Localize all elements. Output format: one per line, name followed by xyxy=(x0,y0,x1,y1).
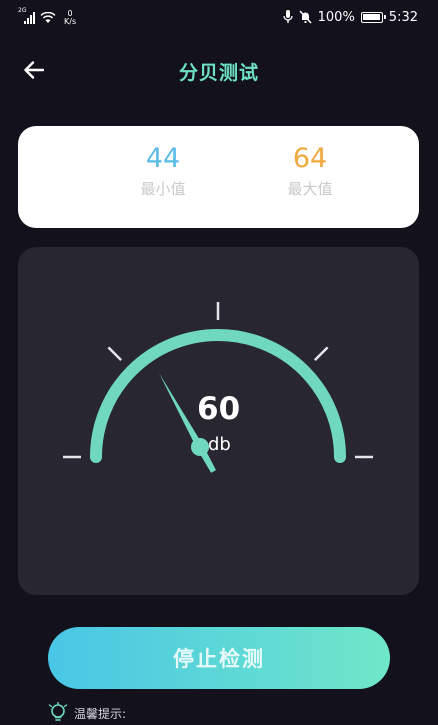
stats-card: 44 最小值 64 最大值 xyxy=(18,126,419,228)
current-decibel: 60 xyxy=(197,391,241,427)
clock: 5:32 xyxy=(388,9,418,25)
microphone-icon xyxy=(282,10,293,23)
decibel-unit: db xyxy=(208,434,231,455)
gauge-tick xyxy=(107,346,123,362)
gauge-tick xyxy=(313,346,329,362)
tip-label: 温馨提示: xyxy=(74,706,127,721)
network-type: 2G xyxy=(18,7,27,14)
status-right: 100% 5:32 xyxy=(282,8,418,26)
stop-detection-button[interactable]: 停止检测 xyxy=(48,627,390,689)
status-bar: 2G 0 K/s 100% 5:32 xyxy=(0,0,438,34)
battery-icon xyxy=(360,11,386,23)
min-stat: 44 最小值 xyxy=(113,142,213,199)
tip: 温馨提示: xyxy=(48,702,126,724)
gauge-hub xyxy=(191,438,209,456)
wifi-icon xyxy=(40,12,56,23)
min-label: 最小值 xyxy=(140,180,186,198)
gauge-card: 60 db xyxy=(18,247,419,595)
status-left: 2G 0 K/s xyxy=(18,7,76,27)
network-speed: 0 K/s xyxy=(64,10,76,26)
max-value: 64 xyxy=(292,143,328,174)
speed-unit: K/s xyxy=(64,17,77,26)
battery-percent: 100% xyxy=(317,9,355,25)
mute-icon xyxy=(299,10,312,24)
lightbulb-icon xyxy=(48,702,68,721)
max-stat: 64 最大值 xyxy=(260,142,360,199)
app-header: 分贝测试 xyxy=(0,48,438,92)
max-label: 最大值 xyxy=(287,180,333,198)
min-value: 44 xyxy=(145,143,181,174)
page-title: 分贝测试 xyxy=(178,62,259,84)
